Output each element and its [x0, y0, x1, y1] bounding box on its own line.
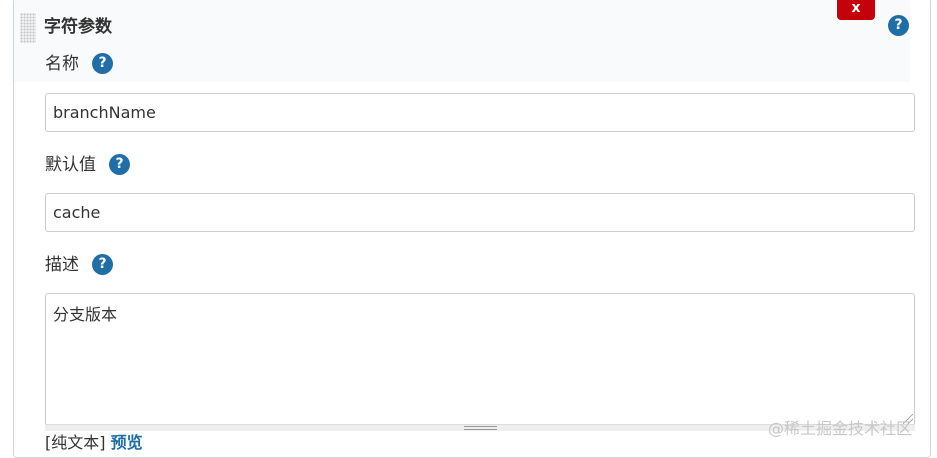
watermark: @稀土掘金技术社区: [768, 419, 913, 438]
section-help-icon[interactable]: ?: [888, 15, 909, 36]
default-value-help-icon[interactable]: ?: [109, 154, 130, 175]
preview-link[interactable]: 预览: [111, 433, 143, 452]
name-label: 名称: [45, 54, 79, 74]
description-textarea[interactable]: 分支版本: [45, 293, 915, 431]
format-line: [纯文本] 预览: [45, 432, 143, 454]
panel-header: [14, 0, 910, 82]
description-help-icon[interactable]: ?: [92, 254, 113, 275]
section-title: 字符参数: [44, 17, 112, 37]
plain-text-label: [纯文本]: [45, 433, 106, 452]
default-value-label: 默认值: [45, 155, 96, 175]
resize-grip-icon[interactable]: [464, 426, 497, 430]
delete-button[interactable]: x: [837, 0, 875, 20]
name-help-icon[interactable]: ?: [92, 53, 113, 74]
default-value-input[interactable]: [45, 193, 915, 232]
name-input[interactable]: [45, 93, 915, 132]
description-label: 描述: [45, 255, 79, 275]
drag-handle[interactable]: [20, 13, 36, 43]
